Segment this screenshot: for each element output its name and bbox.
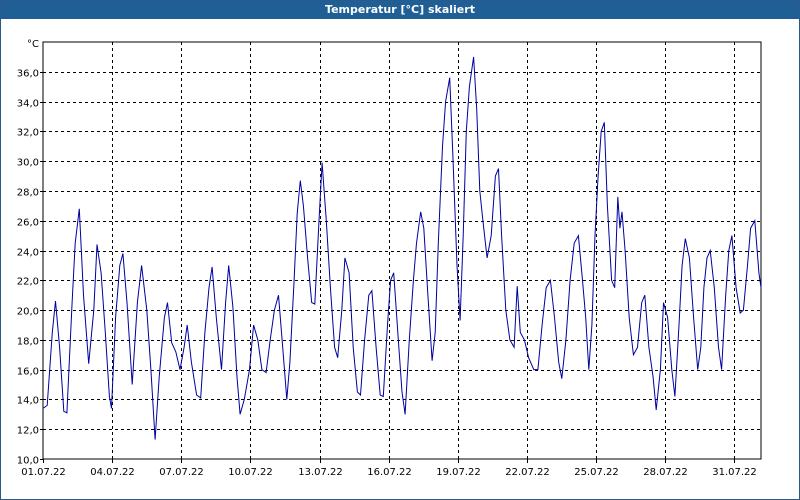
x-tick-label: 10.07.22	[228, 467, 273, 478]
chart-window: Temperatur [°C] skaliert 10,0 12,0 14,0 16,…	[0, 0, 800, 500]
y-tick-label: 32,0	[17, 128, 39, 139]
y-axis-unit: °C	[27, 39, 39, 50]
x-tick-label: 25.07.22	[574, 467, 619, 478]
plot-area	[42, 41, 762, 460]
x-tick-label: 07.07.22	[159, 467, 204, 478]
y-tick-label: 36,0	[17, 69, 39, 80]
x-tick-label: 28.07.22	[643, 467, 688, 478]
y-tick-label: 30,0	[17, 158, 39, 169]
y-tick-label: 34,0	[17, 99, 39, 110]
y-tick-label: 16,0	[17, 367, 39, 378]
x-tick-label: 01.07.22	[21, 467, 66, 478]
y-tick-label: 10,0	[17, 456, 39, 467]
x-tick-label: 16.07.22	[367, 467, 412, 478]
y-tick-label: 20,0	[17, 307, 39, 318]
y-tick-label: 14,0	[17, 396, 39, 407]
x-tick-label: 31.07.22	[712, 467, 757, 478]
y-tick-label: 24,0	[17, 248, 39, 259]
temperature-chart: 10,0 12,0 14,0 16,0 18,0 20,0 22,0 24,0 26,0 28,0…	[17, 39, 762, 478]
window-title: Temperatur [°C] skaliert	[1, 1, 799, 19]
x-tick-label: 19.07.22	[436, 467, 481, 478]
y-tick-label: 26,0	[17, 218, 39, 229]
x-tick-label: 22.07.22	[505, 467, 550, 478]
x-tick-label: 04.07.22	[90, 467, 135, 478]
y-tick-label: 18,0	[17, 337, 39, 348]
y-tick-label: 28,0	[17, 188, 39, 199]
x-tick-label: 13.07.22	[298, 467, 343, 478]
y-tick-label: 12,0	[17, 426, 39, 437]
y-tick-label: 22,0	[17, 277, 39, 288]
